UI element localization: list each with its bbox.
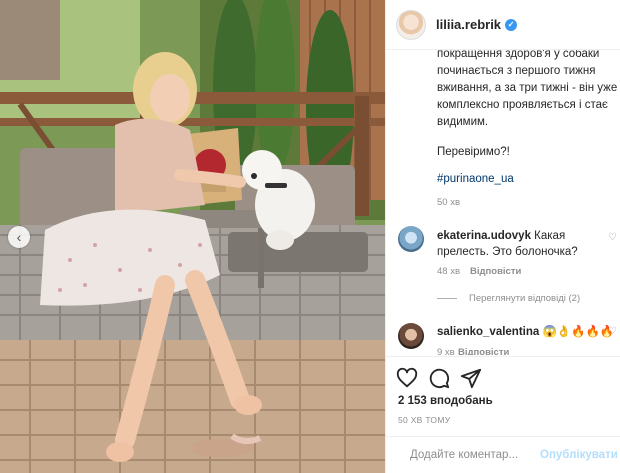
caption-text: покращення здоров'я у собаки починається… [437,48,618,128]
comment-item: ekaterina.udovyk Какая прелесть. Это бол… [437,228,615,260]
send-icon[interactable] [460,367,482,389]
publish-button[interactable]: Опублікувати [540,449,618,461]
comments-feed[interactable]: покращення здоров'я у собаки починається… [386,40,620,355]
commenter-avatar[interactable] [398,226,424,252]
comment-time[interactable]: 9 хв [437,347,455,355]
commenter-username[interactable]: salienko_valentina [437,326,539,338]
comment-bubble-icon[interactable] [428,367,450,389]
comment-item: salienko_valentina 😱👌🔥🔥🔥 [437,324,614,338]
post-photo: ‹ [0,0,385,473]
post-timestamp[interactable]: 50 ХВ ТОМУ [398,415,450,425]
verified-badge-icon: ✓ [505,18,518,31]
comment-input[interactable] [410,449,540,461]
author-username[interactable]: liliia.rebrik [436,17,501,32]
caption-question: Перевіримо?! [437,146,510,158]
heart-icon[interactable] [396,367,418,389]
likes-count[interactable]: 2 153 вподобань [398,395,493,407]
divider-line [437,298,457,299]
heart-outline-icon[interactable]: ♡ [608,232,617,243]
chevron-left-icon: ‹ [16,229,22,245]
post-header: liliia.rebrik ✓ [386,0,620,50]
hashtag-link[interactable]: #purinaone_ua [437,173,514,185]
photo-illustration [0,0,385,473]
comment-composer: Опублікувати [386,436,620,473]
heart-outline-icon[interactable]: ♡ [608,326,617,337]
reply-button[interactable]: Відповісти [470,266,521,277]
view-replies-button[interactable]: Переглянути відповіді (2) [437,293,580,304]
post-side-panel: liliia.rebrik ✓ покращення здоров'я у со… [385,0,620,473]
view-replies-label: Переглянути відповіді (2) [469,293,581,304]
comment-text: 😱👌🔥🔥🔥 [542,326,615,338]
comment-time[interactable]: 48 хв [437,266,460,277]
reply-button[interactable]: Відповісти [458,347,509,355]
commenter-avatar[interactable] [398,323,424,349]
previous-image-button[interactable]: ‹ [8,226,30,248]
commenter-username[interactable]: ekaterina.udovyk [437,230,531,242]
caption-time[interactable]: 50 хв [437,197,460,208]
author-avatar[interactable] [396,9,426,40]
